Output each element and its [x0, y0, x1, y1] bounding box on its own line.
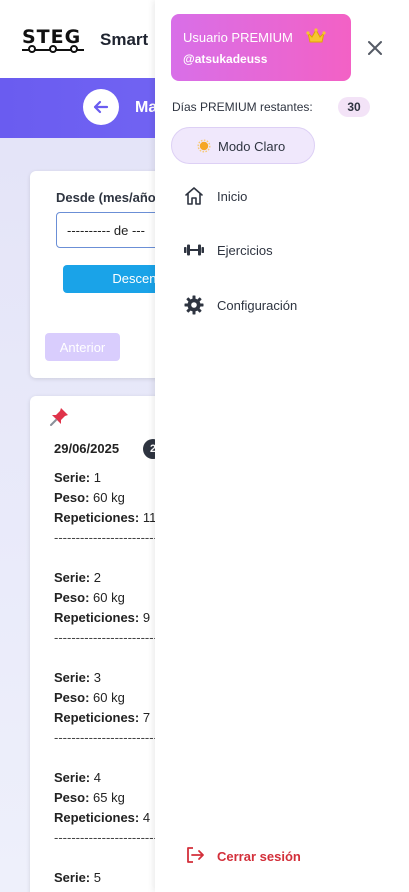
sun-icon	[197, 139, 211, 153]
arrow-left-icon	[93, 100, 109, 114]
series-number: 3	[93, 670, 101, 685]
nav-item-inicio[interactable]: Inicio	[183, 185, 383, 211]
series-divider: ------------------------	[54, 530, 158, 545]
logo-text: STEG	[22, 26, 82, 48]
weight-label: Peso:	[54, 690, 90, 705]
premium-days-badge: 30	[338, 97, 370, 117]
weight-value: 60 kg	[93, 690, 125, 705]
gear-icon	[184, 295, 204, 315]
reps-value: 9	[142, 610, 151, 625]
reps-label: Repeticiones:	[54, 510, 140, 525]
series-entry: Serie: 2 Peso: 60 kg Repeticiones: 9 ---…	[54, 568, 158, 648]
logo-gear-center	[49, 45, 57, 53]
series-entry: Serie: 5	[54, 868, 101, 888]
nav-item-ejercicios[interactable]: Ejercicios	[183, 239, 383, 265]
series-entry: Serie: 4 Peso: 65 kg Repeticiones: 4 ---…	[54, 768, 158, 848]
weight-label: Peso:	[54, 590, 90, 605]
premium-days-label: Días PREMIUM restantes:	[172, 100, 313, 114]
series-number: 1	[93, 470, 101, 485]
logo-gear-left	[28, 45, 36, 53]
logo-gear-right	[70, 45, 78, 53]
reps-label: Repeticiones:	[54, 710, 140, 725]
series-label: Serie:	[54, 570, 91, 585]
home-icon	[185, 187, 203, 205]
series-number: 4	[93, 770, 101, 785]
series-number: 2	[93, 570, 101, 585]
theme-toggle-label: Modo Claro	[218, 139, 286, 154]
series-label: Serie:	[54, 670, 91, 685]
weight-value: 60 kg	[93, 490, 125, 505]
nav-label-ejercicios: Ejercicios	[217, 243, 273, 258]
theme-toggle-button[interactable]: Modo Claro	[171, 127, 315, 164]
username: @atsukadeuss	[183, 52, 268, 66]
crown-icon	[306, 28, 326, 43]
weight-label: Peso:	[54, 490, 90, 505]
series-entry: Serie: 3 Peso: 60 kg Repeticiones: 7 ---…	[54, 668, 158, 748]
premium-title: Usuario PREMIUM	[183, 30, 293, 45]
reps-value: 7	[142, 710, 151, 725]
weight-value: 65 kg	[93, 790, 125, 805]
log-date: 29/06/2025	[54, 441, 120, 456]
logout-label: Cerrar sesión	[217, 849, 301, 864]
banner-title: Ma	[135, 99, 158, 116]
weight-value: 60 kg	[93, 590, 125, 605]
reps-value: 4	[142, 810, 151, 825]
nav-item-configuracion[interactable]: Configuración	[183, 294, 383, 320]
premium-user-card: Usuario PREMIUM @atsukadeuss	[171, 14, 351, 81]
series-number: 5	[93, 870, 101, 885]
nav-label-configuracion: Configuración	[217, 298, 298, 313]
series-label: Serie:	[54, 870, 91, 885]
logout-button[interactable]: Cerrar sesión	[185, 845, 385, 867]
weight-label: Peso:	[54, 790, 90, 805]
series-divider: ------------------------	[54, 630, 158, 645]
series-label: Serie:	[54, 770, 91, 785]
series-entry: Serie: 1 Peso: 60 kg Repeticiones: 11 --…	[54, 468, 158, 548]
series-label: Serie:	[54, 470, 91, 485]
series-divider: ------------------------	[54, 730, 158, 745]
series-divider: ------------------------	[54, 830, 158, 845]
close-icon[interactable]	[365, 38, 385, 58]
dumbbell-icon	[184, 244, 204, 256]
previous-page-button[interactable]: Anterior	[45, 333, 120, 361]
reps-label: Repeticiones:	[54, 610, 140, 625]
date-from-label: Desde (mes/año	[56, 190, 156, 205]
side-drawer: Usuario PREMIUM @atsukadeuss Días PREMIU…	[155, 0, 409, 892]
logout-icon	[187, 847, 204, 863]
reps-label: Repeticiones:	[54, 810, 140, 825]
app-title: Smart	[100, 30, 149, 49]
pin-icon[interactable]	[48, 406, 70, 428]
back-button[interactable]	[83, 89, 119, 125]
nav-label-inicio: Inicio	[217, 189, 248, 204]
steg-logo[interactable]: STEG	[22, 27, 86, 57]
